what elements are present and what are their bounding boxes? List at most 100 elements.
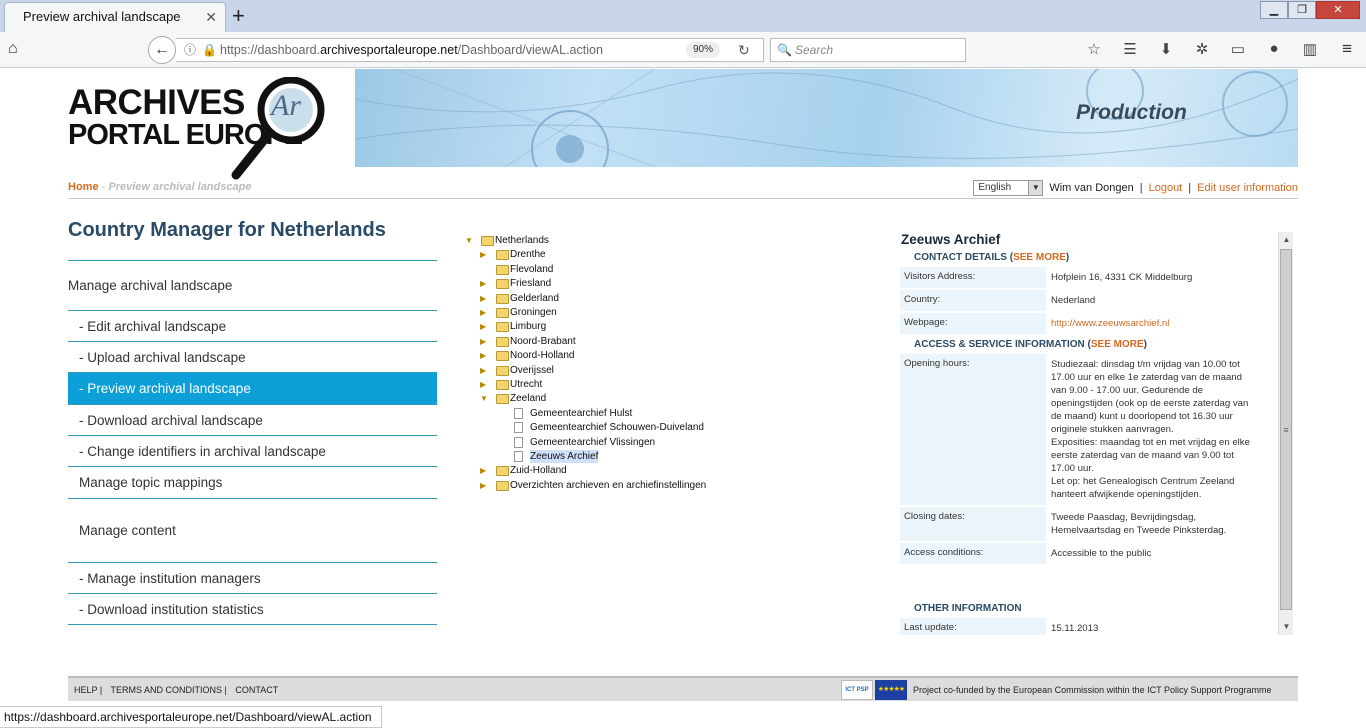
nav-item[interactable]: - Preview archival landscape (68, 372, 437, 404)
nav-item-label: - Edit archival landscape (79, 318, 227, 334)
detail-key: Closing dates: (900, 507, 1046, 541)
footer-help-link[interactable]: HELP | (74, 685, 102, 695)
nav-item[interactable]: Manage content (68, 498, 437, 562)
nav-item[interactable]: - Upload archival landscape (68, 341, 437, 372)
download-icon[interactable]: ⬇ (1154, 40, 1178, 58)
webpage-link[interactable]: http://www.zeeuwsarchief.nl (1046, 313, 1266, 334)
tree-node-label[interactable]: Gemeentearchief Hulst (530, 407, 632, 420)
sidebar-icon[interactable]: ▭ (1226, 40, 1250, 58)
tree-node-label[interactable]: Gemeentearchief Schouwen-Duiveland (530, 421, 704, 434)
user-bar-separator: | (1139, 182, 1143, 194)
page-content: ARCHIVES PORTAL EUROPE Ar Production Hom… (0, 69, 1366, 705)
tree-node-label[interactable]: Gemeentearchief Vlissingen (530, 436, 655, 449)
tree-node-label[interactable]: Friesland (510, 277, 551, 290)
info-icon[interactable]: ⓘ (184, 39, 196, 61)
minimize-button[interactable]: ▁ (1260, 1, 1288, 19)
url-text[interactable]: https://dashboard.archivesportaleurope.n… (220, 39, 603, 61)
hamburger-menu-icon[interactable]: ≡ (1342, 39, 1352, 59)
folder-icon (481, 236, 494, 246)
search-placeholder: Search (795, 43, 834, 57)
window-close-button[interactable]: ✕ (1316, 1, 1360, 19)
restore-button[interactable]: ❐ (1288, 1, 1316, 19)
url-bar[interactable]: ⓘ 🔒 https://dashboard.archivesportaleuro… (176, 38, 764, 62)
access-see-more-link[interactable]: SEE MORE (1091, 339, 1144, 350)
library-icon[interactable]: ▥ (1298, 40, 1322, 58)
tree-node-label[interactable]: Drenthe (510, 248, 546, 261)
status-bar-url: https://dashboard.archivesportaleurope.n… (0, 706, 382, 728)
nav-item[interactable]: - Edit archival landscape (68, 310, 437, 341)
expand-icon[interactable]: ▶ (480, 464, 490, 477)
edit-user-link[interactable]: Edit user information (1197, 182, 1298, 194)
tree-node-label[interactable]: Overijssel (510, 364, 554, 377)
nav-item[interactable]: - Change identifiers in archival landsca… (68, 435, 437, 466)
tree-node-label[interactable]: Utrecht (510, 378, 542, 391)
tree-node-label[interactable]: Zuid-Holland (510, 464, 567, 477)
expand-icon[interactable]: ▶ (480, 320, 490, 333)
reload-icon[interactable]: ↻ (738, 39, 750, 61)
tree-node-label[interactable]: Netherlands (495, 234, 549, 247)
tree-node-label[interactable]: Groningen (510, 306, 557, 319)
expand-icon[interactable]: ▶ (480, 335, 490, 348)
nav-item[interactable]: - Manage institution managers (68, 562, 437, 593)
breadcrumb: Home - Preview archival landscape (68, 181, 251, 193)
breadcrumb-home-link[interactable]: Home (68, 181, 99, 193)
tree-node-label[interactable]: Gelderland (510, 292, 559, 305)
expand-icon[interactable]: ▶ (480, 306, 490, 319)
browser-tab[interactable]: Preview archival landscape ✕ (4, 2, 226, 32)
nav-item[interactable]: Manage topic mappings (68, 466, 437, 498)
expand-icon[interactable]: ▶ (480, 349, 490, 362)
folder-icon (496, 480, 509, 491)
footer-terms-link[interactable]: TERMS AND CONDITIONS | (111, 685, 227, 695)
tree-node-label[interactable]: Limburg (510, 320, 546, 333)
expand-icon[interactable]: ▶ (480, 248, 490, 261)
scroll-thumb[interactable]: ≡ (1280, 249, 1292, 610)
other-info-heading: OTHER INFORMATION (914, 603, 1022, 614)
site-logo[interactable]: ARCHIVES PORTAL EUROPE Ar (68, 77, 338, 181)
contact-see-more-link[interactable]: SEE MORE (1013, 252, 1066, 263)
logout-link[interactable]: Logout (1149, 182, 1183, 194)
nav-item-label: - Change identifiers in archival landsca… (79, 443, 326, 459)
tree-node-label[interactable]: Zeeland (510, 392, 546, 405)
tree-node-label[interactable]: Noord-Holland (510, 349, 574, 362)
browser-search-input[interactable]: 🔍 Search (770, 38, 966, 62)
tree-node-label[interactable]: Overzichten archieven en archiefinstelli… (510, 479, 706, 492)
reading-list-icon[interactable]: ☰ (1118, 40, 1142, 58)
expand-icon[interactable]: ▶ (480, 479, 490, 492)
scroll-up-icon[interactable]: ▲ (1279, 232, 1294, 248)
nav-item[interactable]: Manage archival landscape (68, 260, 437, 310)
expand-icon[interactable]: ▶ (480, 378, 490, 391)
nav-item-label: Manage content (79, 523, 176, 538)
back-button[interactable]: ← (148, 36, 176, 64)
collapse-icon[interactable]: ▼ (480, 392, 490, 405)
tree-node-label[interactable]: Flevoland (510, 263, 553, 276)
detail-value: Tweede Paasdag, Bevrijdingsdag, Hemelvaa… (1046, 507, 1266, 541)
language-select[interactable]: English ▼ (973, 180, 1044, 196)
detail-scrollbar[interactable]: ▲ ≡ ▼ (1278, 232, 1293, 635)
home-icon[interactable]: ⌂ (8, 40, 18, 58)
left-navigation: Manage archival landscape - Edit archival… (68, 260, 437, 625)
nav-item-label: - Download institution statistics (79, 601, 264, 617)
nav-item[interactable]: - Download archival landscape (68, 404, 437, 435)
expand-icon[interactable]: ▶ (480, 277, 490, 290)
collapse-icon[interactable]: ▼ (465, 234, 475, 247)
chevron-down-icon: ▼ (1028, 181, 1043, 195)
folder-icon (496, 466, 509, 477)
folder-icon (496, 394, 509, 405)
footer-contact-link[interactable]: CONTACT (235, 685, 278, 695)
url-path: /Dashboard/viewAL.action (457, 43, 603, 57)
browser-nav-bar: ⌂ ← ⓘ 🔒 https://dashboard.archivesportal… (0, 32, 1366, 68)
bookmark-star-icon[interactable]: ☆ (1082, 40, 1106, 58)
tab-close-icon[interactable]: ✕ (205, 3, 217, 31)
expand-icon[interactable]: ▶ (480, 292, 490, 305)
detail-key: Visitors Address: (900, 267, 1046, 288)
extension-icon[interactable]: ✲ (1190, 40, 1214, 58)
nav-item[interactable]: - Download institution statistics (68, 593, 437, 625)
zoom-indicator[interactable]: 90% (686, 42, 720, 58)
folder-icon (496, 250, 509, 261)
new-tab-button[interactable]: + (232, 3, 245, 29)
expand-icon[interactable]: ▶ (480, 364, 490, 377)
tree-node-label[interactable]: Noord-Brabant (510, 335, 576, 348)
addon-icon[interactable]: ● (1262, 40, 1286, 58)
tree-node-label[interactable]: Zeeuws Archief (530, 450, 599, 463)
scroll-down-icon[interactable]: ▼ (1279, 619, 1294, 635)
